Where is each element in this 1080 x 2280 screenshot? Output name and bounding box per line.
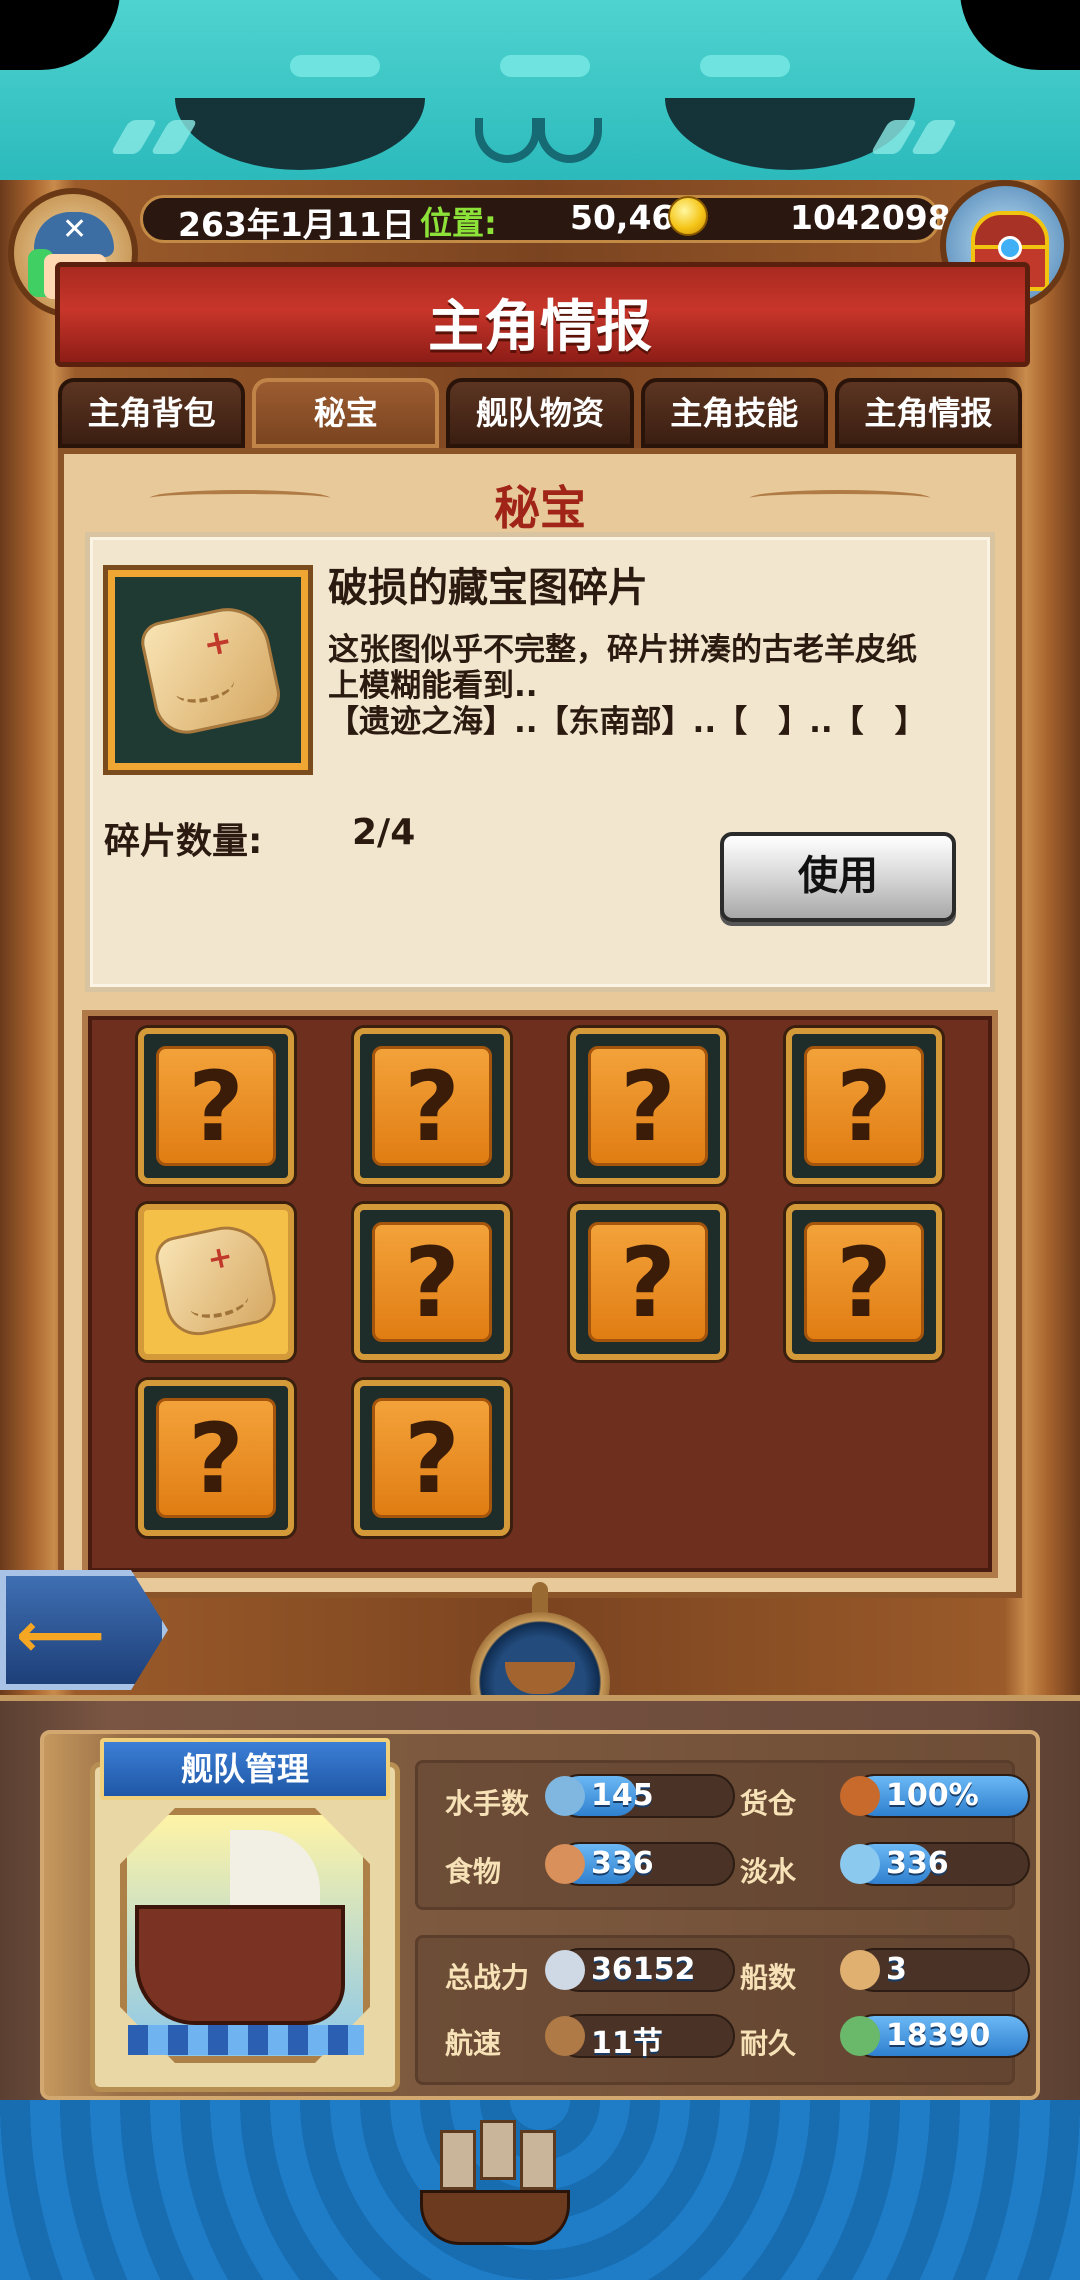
game-date: 263年1月11日	[178, 205, 415, 244]
fragment-slot-unknown[interactable]: ?	[138, 1028, 294, 1184]
item-name: 破损的藏宝图碎片	[328, 565, 648, 611]
tab-fleet-supplies[interactable]: 舰队物资	[446, 378, 634, 448]
position-label: 位置:	[420, 204, 497, 242]
fragment-slot-unknown[interactable]: ?	[786, 1028, 942, 1184]
cat-whisker	[910, 120, 958, 154]
fragment-slot-unknown[interactable]: ?	[570, 1028, 726, 1184]
position-value: 50,46	[570, 198, 675, 237]
tab-skills[interactable]: 主角技能	[640, 378, 828, 448]
map-fragment-icon: +	[155, 1222, 277, 1338]
fleet-stat-label: 航速	[445, 2027, 502, 2060]
fleet-stat: 货仓 100%	[740, 1774, 1030, 1822]
ship-hull	[135, 1905, 345, 2025]
fragment-count-label: 碎片数量:	[104, 821, 263, 862]
question-mark-icon: ?	[372, 1398, 492, 1518]
fleet-stat-label: 耐久	[740, 2027, 797, 2060]
fleet-stat-label: 食物	[445, 1855, 502, 1888]
fleet-stat-label: 货仓	[740, 1787, 797, 1820]
cat-stripe	[500, 55, 590, 77]
fleet-stat: 耐久 18390	[740, 2014, 1030, 2062]
fleet-stat-value: 36152	[591, 1952, 696, 1987]
map-fragment-icon: +	[140, 603, 282, 737]
cat-whisker	[110, 120, 158, 154]
page-title: 主角情报	[428, 295, 652, 360]
cat-head-decoration	[0, 0, 1080, 185]
question-mark-icon: ?	[156, 1398, 276, 1518]
cat-eye-left	[175, 98, 425, 170]
fleet-stat: 总战力 36152	[445, 1948, 735, 1996]
fleet-stat-value: 18390	[886, 2018, 991, 2053]
tab-backpack[interactable]: 主角背包	[58, 378, 246, 448]
fleet-stat-value: 336	[886, 1846, 949, 1881]
sailor-icon	[545, 1776, 585, 1816]
fragment-slot-unknown[interactable]: ?	[354, 1028, 510, 1184]
fleet-stat: 水手数 145	[445, 1774, 735, 1822]
fragment-slot-owned[interactable]: +	[138, 1204, 294, 1360]
tab-info[interactable]: 主角情报	[834, 378, 1023, 448]
meat-icon	[545, 1844, 585, 1884]
tab-treasure[interactable]: 秘宝	[252, 378, 440, 448]
fleet-management-banner[interactable]: 舰队管理	[100, 1738, 390, 1800]
durability-icon	[840, 2016, 880, 2056]
cargo-icon	[840, 1776, 880, 1816]
back-arrow-icon[interactable]: ⟵	[16, 1598, 105, 1671]
fleet-stat: 航速 11节	[445, 2014, 735, 2062]
fleet-stat: 船数 3	[740, 1948, 1030, 1996]
fleet-stat-label: 总战力	[445, 1961, 530, 1994]
cat-eye-right	[665, 98, 915, 170]
fleet-stat-value: 100%	[886, 1778, 979, 1813]
question-mark-icon: ?	[588, 1222, 708, 1342]
question-mark-icon: ?	[588, 1046, 708, 1166]
cat-stripe	[700, 55, 790, 77]
item-icon-frame: +	[108, 570, 308, 770]
question-mark-icon: ?	[372, 1046, 492, 1166]
fragment-count-value: 2/4	[352, 812, 416, 853]
cat-stripe	[290, 55, 380, 77]
panel-title: 秘宝	[494, 481, 586, 535]
fleet-stat-label: 淡水	[740, 1855, 797, 1888]
fragment-slot-unknown[interactable]: ?	[354, 1380, 510, 1536]
cat-mouth	[475, 118, 605, 168]
use-button[interactable]: 使用	[720, 832, 956, 922]
sword-icon	[545, 1950, 585, 1990]
pirate-ship-icon	[420, 2120, 570, 2250]
fleet-stat-label: 水手数	[445, 1787, 530, 1820]
water-icon	[840, 1844, 880, 1884]
fragment-slot-unknown[interactable]: ?	[570, 1204, 726, 1360]
fragment-slot-unknown[interactable]: ?	[354, 1204, 510, 1360]
question-mark-icon: ?	[804, 1222, 924, 1342]
fleet-stat-value: 336	[591, 1846, 654, 1881]
gold-coin-icon	[668, 196, 708, 236]
fleet-stat-value: 11节	[591, 2026, 663, 2061]
question-mark-icon: ?	[804, 1046, 924, 1166]
gold-amount: 1042098	[790, 198, 951, 237]
tab-bar: 主角背包 秘宝 舰队物资 主角技能 主角情报	[58, 378, 1023, 448]
fragment-slot-unknown[interactable]: ?	[786, 1204, 942, 1360]
fleet-stat: 淡水 336	[740, 1842, 1030, 1890]
cat-ear-right	[960, 0, 1080, 70]
cat-whisker	[150, 120, 198, 154]
ship-count-icon	[840, 1950, 880, 1990]
fleet-stat-value: 3	[886, 1952, 907, 1987]
question-mark-icon: ?	[372, 1222, 492, 1342]
speed-icon	[545, 2016, 585, 2056]
cat-ear-left	[0, 0, 120, 70]
ship-waves	[128, 2025, 364, 2055]
fleet-stat-value: 145	[591, 1778, 654, 1813]
fleet-stat-label: 船数	[740, 1961, 797, 1994]
item-description: 这张图似乎不完整，碎片拼凑的古老羊皮纸 上模糊能看到.. 【遗迹之海】..【东南…	[328, 632, 926, 740]
fleet-stat: 食物 336	[445, 1842, 735, 1890]
fragment-slot-unknown[interactable]: ?	[138, 1380, 294, 1536]
question-mark-icon: ?	[156, 1046, 276, 1166]
